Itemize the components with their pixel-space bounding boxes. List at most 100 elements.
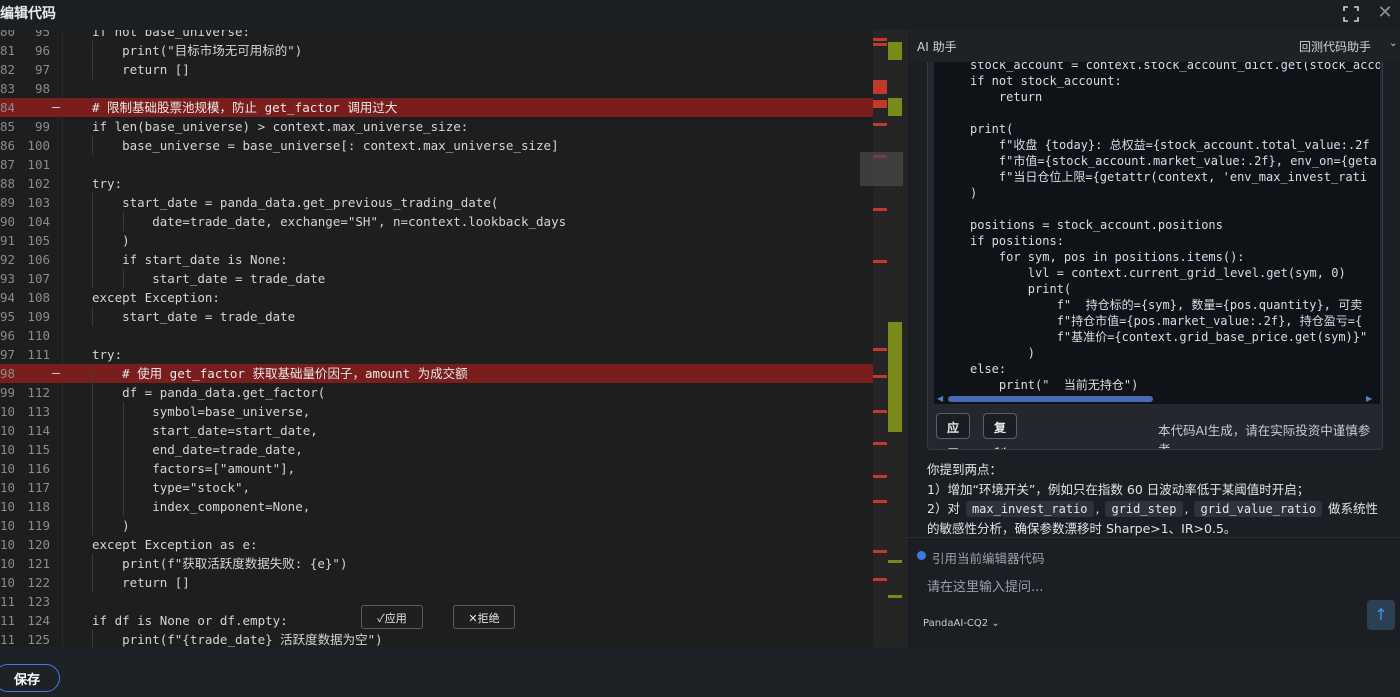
send-button[interactable]: ↑ [1367, 600, 1395, 630]
inline-apply-button[interactable]: ✓应用 [361, 605, 423, 629]
code-line: 91 105 ) [0, 231, 873, 250]
code-line: 95 109 start_date = trade_date [0, 307, 873, 326]
code-line: 100 113 symbol=base_universe, [0, 402, 873, 421]
code-line: 103 116 factors=["amount"], [0, 459, 873, 478]
diff-minimap[interactable] [873, 30, 905, 647]
new-line-number: 118 [27, 499, 50, 514]
old-line-number: 99 [0, 385, 14, 400]
code-text: index_component=None, [92, 499, 311, 514]
old-line-number: 110 [0, 594, 14, 609]
old-line-number: 91 [0, 233, 14, 248]
old-line-number: 83 [0, 81, 14, 96]
ai-message-line: 你提到两点： [927, 462, 1003, 477]
ai-panel-header: AI 助手 回测代码助手 ⌄ [907, 30, 1400, 62]
ai-code-line: f" 持仓标的={sym}, 数量={pos.quantity}, 可卖 [970, 298, 1363, 312]
diff-marker [888, 98, 902, 116]
save-button[interactable]: 保存 [0, 664, 60, 692]
new-line-number: 115 [27, 442, 50, 457]
old-line-number: 103 [0, 461, 14, 476]
diff-marker [873, 375, 887, 378]
code-line: 89 103 start_date = panda_data.get_previo… [0, 193, 873, 212]
diff-marker [873, 550, 887, 553]
ai-code-line: print( [970, 282, 1072, 296]
code-line: 99 112 df = panda_data.get_factor( [0, 383, 873, 402]
assistant-mode-select[interactable]: 回测代码助手 [1299, 38, 1371, 55]
code-line: 106 119 ) [0, 516, 873, 535]
scrollbar-thumb[interactable] [948, 396, 1153, 402]
new-line-number: 113 [27, 404, 50, 419]
diff-marker [873, 410, 887, 413]
new-line-number: 120 [27, 537, 50, 552]
ai-code-line: f"当日仓位上限={getattr(context, 'env_max_inve… [970, 170, 1368, 184]
code-line: 81 96 print("目标市场无可用标的") [0, 41, 873, 60]
copy-code-button[interactable]: 复制 [983, 413, 1017, 449]
inline-reject-button[interactable]: ✕拒绝 [453, 605, 515, 629]
chevron-down-icon[interactable]: ⌄ [1389, 38, 1397, 49]
code-line: 112 125 print(f"{trade_date} 活跃度数据为空") [0, 630, 873, 647]
checkbox-checked-icon[interactable] [917, 551, 926, 560]
new-line-number: 103 [27, 195, 50, 210]
ai-code-line: print( [970, 122, 1014, 136]
editor-scroll-thumb[interactable] [860, 152, 903, 186]
scroll-right-icon[interactable]: ▶ [1366, 394, 1372, 403]
new-line-number: 123 [27, 594, 50, 609]
diff-marker [888, 42, 902, 60]
reference-editor-code-toggle[interactable]: 引用当前编辑器代码 [932, 548, 1045, 567]
new-line-number: 116 [27, 461, 50, 476]
ai-code-line: ) [970, 346, 1036, 360]
diff-marker [873, 260, 887, 263]
code-text: try: [92, 347, 123, 362]
new-line-number: 112 [27, 385, 50, 400]
diff-marker [873, 442, 887, 445]
ai-code-line: lvl = context.current_grid_level.get(sym… [970, 266, 1346, 280]
prompt-area: 引用当前编辑器代码 PandaAI-CQ2 ⌄ ↑ [907, 537, 1400, 648]
scroll-left-icon[interactable]: ◀ [937, 394, 943, 403]
ai-code-card: stock_account = context.stock_account_di… [927, 50, 1383, 450]
code-line: 110 123 [0, 592, 873, 611]
diff-marker [873, 475, 887, 478]
apply-code-button[interactable]: 应用 [936, 413, 970, 449]
ai-message-line: 1）增加“环境开关”，例如只在指数 60 日波动率低于某阈值时开启； [927, 482, 1310, 497]
model-select[interactable]: PandaAI-CQ2 ⌄ [923, 618, 1000, 629]
code-line: 96 110 [0, 326, 873, 345]
fullscreen-icon[interactable] [1342, 5, 1360, 23]
old-line-number: 104 [0, 480, 14, 495]
old-line-number: 81 [0, 43, 14, 58]
old-line-number: 105 [0, 499, 14, 514]
old-line-number: 89 [0, 195, 14, 210]
removed-marker-icon [52, 373, 60, 374]
old-line-number: 85 [0, 119, 14, 134]
code-line: 90 104 date=trade_date, exchange="SH", n=… [0, 212, 873, 231]
title-bar: 编辑代码 ✕ [0, 0, 1400, 30]
ai-code-line: positions = stock_account.positions [970, 218, 1223, 232]
code-text: except Exception as e: [92, 537, 258, 552]
code-line: 82 97 return [] [0, 60, 873, 79]
new-line-number: 97 [34, 62, 50, 77]
code-text: print(f"获取活跃度数据失败: {e}") [92, 556, 348, 571]
code-horizontal-scrollbar[interactable]: ◀ ▶ [934, 394, 1380, 404]
old-line-number: 86 [0, 138, 14, 153]
close-icon[interactable]: ✕ [1376, 4, 1394, 22]
code-editor[interactable]: 80 95 if not base_universe: 81 96 print("目标市… [0, 30, 873, 647]
ai-code-line: f"基准价={context.grid_base_price.get(sym)}… [970, 330, 1368, 344]
ai-code-line: for sym, pos in positions.items(): [970, 250, 1245, 264]
code-text: # 使用 get_factor 获取基础量价因子，amount 为成交额 [92, 366, 468, 381]
code-text: except Exception: [92, 290, 220, 305]
old-line-number: 98 [0, 366, 14, 381]
prompt-input[interactable] [925, 574, 1359, 600]
code-line: 102 115 end_date=trade_date, [0, 440, 873, 459]
ai-message-line: 2）对 max_invest_ratio, grid_step, grid_va… [927, 501, 1379, 517]
code-text: print("目标市场无可用标的") [92, 43, 303, 58]
code-text: if df is None or df.empty: [92, 613, 288, 628]
ai-code-line: f"持仓市值={pos.market_value:.2f}, 持仓盈亏={ [970, 314, 1363, 328]
ai-code-line: f"收盘 {today}: 总权益={stock_account.total_v… [970, 138, 1370, 152]
ai-message-text: 做系统性 [1328, 501, 1379, 516]
code-line: 108 121 print(f"获取活跃度数据失败: {e}") [0, 554, 873, 573]
old-line-number: 94 [0, 290, 14, 305]
ai-disclaimer: 本代码AI生成，请在实际投资中谨慎参考 [1158, 423, 1371, 450]
diff-marker [888, 595, 902, 598]
code-line: 86 100 base_universe = base_universe[: co… [0, 136, 873, 155]
old-line-number: 111 [0, 613, 14, 628]
diff-marker [873, 578, 887, 581]
new-line-number: 100 [27, 138, 50, 153]
